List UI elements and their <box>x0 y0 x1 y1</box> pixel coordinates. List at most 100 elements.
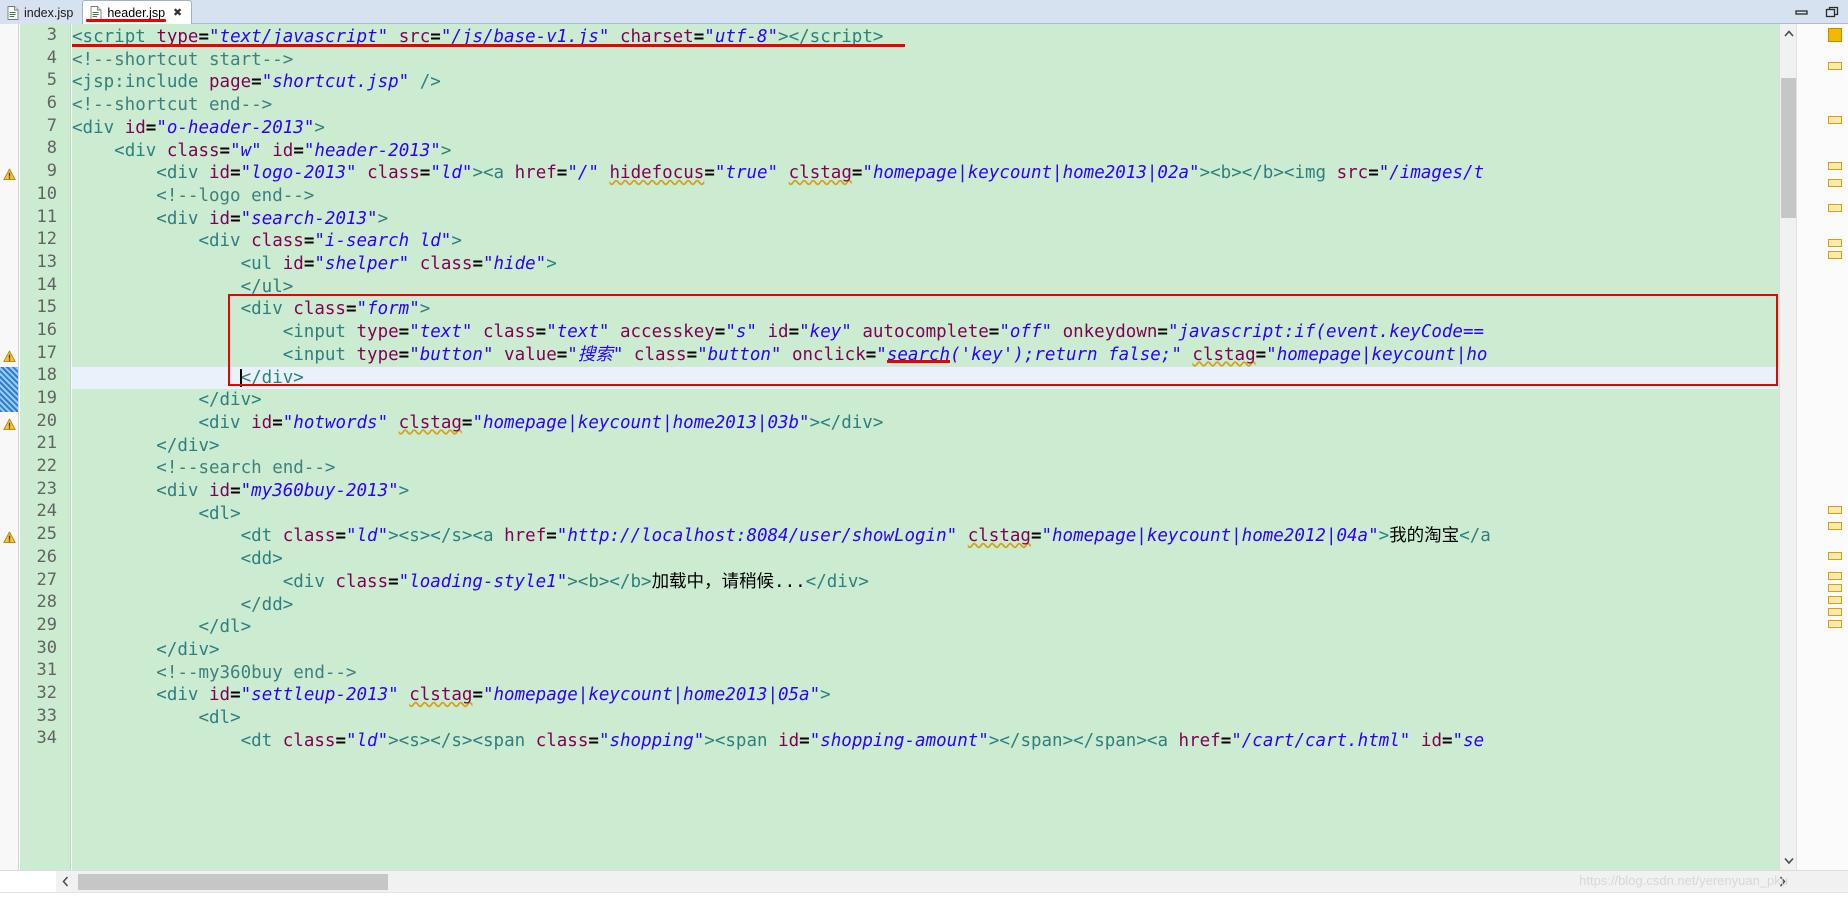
code-token: = <box>799 730 810 751</box>
code-line[interactable]: <ul id="shelper" class="hide"> <box>72 253 1780 276</box>
code-token: = <box>230 163 241 184</box>
code-line[interactable]: <!--logo end--> <box>72 185 1780 208</box>
overview-warning-tick[interactable] <box>1828 620 1842 628</box>
code-token: < <box>240 549 252 570</box>
code-token: span <box>483 730 526 751</box>
code-token: </ <box>198 617 220 638</box>
overview-warning-tick[interactable] <box>1828 162 1842 170</box>
overview-warning-tick[interactable] <box>1828 596 1842 604</box>
code-line[interactable]: </dl> <box>72 616 1780 639</box>
horizontal-scroll-thumb[interactable] <box>78 874 388 890</box>
code-token: <!--shortcut start--> <box>72 49 294 70</box>
overview-warning-tick[interactable] <box>1828 506 1842 514</box>
overview-warning-tick[interactable] <box>1828 116 1842 124</box>
code-token: >< <box>388 526 410 547</box>
editor-tab-index-jsp[interactable]: index.jsp <box>0 1 83 24</box>
code-line[interactable]: </ul> <box>72 276 1780 299</box>
code-line[interactable]: <dt class="ld"><s></s><span class="shopp… <box>72 730 1780 753</box>
code-line[interactable]: </div> <box>72 389 1780 412</box>
code-token: id <box>767 322 789 343</box>
code-line[interactable]: </div> <box>72 435 1780 458</box>
horizontal-scrollbar[interactable] <box>0 870 1848 892</box>
warning-marker-icon[interactable] <box>3 348 16 362</box>
overview-warning-tick[interactable] <box>1828 584 1842 592</box>
close-icon[interactable]: ✖ <box>173 6 182 19</box>
code-token: "o-header-2013" <box>156 117 315 138</box>
code-line[interactable]: <div class="loading-style1"><b></b>加载中，请… <box>72 571 1780 594</box>
code-token: > <box>440 140 452 161</box>
code-line[interactable]: </div> <box>72 366 1780 390</box>
code-line[interactable]: <div id="o-header-2013"> <box>72 117 1780 140</box>
code-line[interactable]: <div class="w" id="header-2013"> <box>72 140 1780 163</box>
code-text-area[interactable]: <script type="text/javascript" src="/js/… <box>72 24 1780 870</box>
code-line[interactable]: </div> <box>72 639 1780 662</box>
overview-warning-tick[interactable] <box>1828 204 1842 212</box>
vertical-scroll-thumb[interactable] <box>1781 78 1796 218</box>
code-token: "header-2013" <box>303 140 441 161</box>
code-line[interactable]: <input type="text" class="text" accesske… <box>72 321 1780 344</box>
red-underline-search-call: search <box>886 344 951 365</box>
code-line[interactable]: </dd> <box>72 594 1780 617</box>
overview-warning-tick[interactable] <box>1828 62 1842 70</box>
code-token: = <box>335 730 346 751</box>
overview-warning-tick[interactable] <box>1828 251 1842 259</box>
scroll-up-icon[interactable] <box>1780 24 1797 43</box>
overview-warning-tick[interactable] <box>1828 522 1842 530</box>
code-line[interactable]: <div id="settleup-2013" clstag="homepage… <box>72 684 1780 707</box>
code-line[interactable]: <!--my360buy end--> <box>72 662 1780 685</box>
folding-ruler[interactable] <box>58 24 71 870</box>
code-line[interactable]: <div id="search-2013"> <box>72 208 1780 231</box>
code-token: b <box>630 571 642 592</box>
code-line[interactable]: <div class="form"> <box>72 298 1780 321</box>
scroll-down-icon[interactable] <box>1780 851 1797 870</box>
overview-status-icon[interactable] <box>1828 28 1842 42</box>
restore-icon[interactable] <box>1825 4 1840 18</box>
source-editor[interactable]: 34567 8 9 10 11 12 13 14 15 16 17 18 19 20 21 22 2… <box>0 24 1848 908</box>
code-token: = <box>251 72 262 93</box>
overview-warning-tick[interactable] <box>1828 608 1842 616</box>
minimize-icon[interactable] <box>1794 4 1809 18</box>
overview-warning-tick[interactable] <box>1828 572 1842 580</box>
code-token: s <box>409 526 420 547</box>
code-line[interactable]: <jsp:include page="shortcut.jsp" /> <box>72 71 1780 94</box>
overview-warning-tick[interactable] <box>1828 552 1842 560</box>
code-token: src <box>1336 163 1369 184</box>
code-token: "ld" <box>345 730 389 751</box>
overview-warning-tick[interactable] <box>1828 239 1842 247</box>
code-token: jsp:include <box>82 72 199 93</box>
code-line[interactable]: <!--search end--> <box>72 457 1780 480</box>
code-line[interactable]: <dt class="ld"><s></s><a href="http://lo… <box>72 525 1780 548</box>
code-line[interactable]: <div id="hotwords" clstag="homepage|keyc… <box>72 412 1780 435</box>
overview-warning-tick[interactable] <box>1828 179 1842 187</box>
code-line[interactable]: <!--shortcut end--> <box>72 94 1780 117</box>
code-token: "shopping-amount" <box>809 730 989 751</box>
warning-marker-icon[interactable] <box>3 416 16 430</box>
code-token: div <box>261 367 294 388</box>
line-number: 7 <box>20 115 69 138</box>
code-line[interactable]: <dd> <box>72 548 1780 571</box>
warning-marker-icon[interactable] <box>3 166 16 181</box>
line-number: 31 <box>36 660 57 681</box>
code-line[interactable]: <div id="my360buy-2013"> <box>72 480 1780 503</box>
code-line[interactable]: <!--shortcut start--> <box>72 49 1780 72</box>
code-token: div <box>166 163 199 184</box>
code-line[interactable]: <input type="button" value="搜索" class="b… <box>72 344 1780 367</box>
code-line[interactable]: <dl> <box>72 503 1780 526</box>
code-token: </ <box>240 594 262 615</box>
code-token: > <box>1378 526 1390 547</box>
code-line[interactable]: <div class="i-search ld"> <box>72 230 1780 253</box>
scroll-left-icon[interactable] <box>56 872 75 891</box>
vertical-scrollbar[interactable] <box>1779 24 1797 870</box>
annotation-ruler[interactable] <box>0 24 19 870</box>
code-line[interactable]: <div id="logo-2013" class="ld"><a href="… <box>72 162 1780 185</box>
warning-marker-icon[interactable] <box>3 529 16 544</box>
window-controls <box>1794 4 1840 18</box>
code-line[interactable]: <dl> <box>72 707 1780 730</box>
overview-ruler[interactable] <box>1796 24 1848 870</box>
